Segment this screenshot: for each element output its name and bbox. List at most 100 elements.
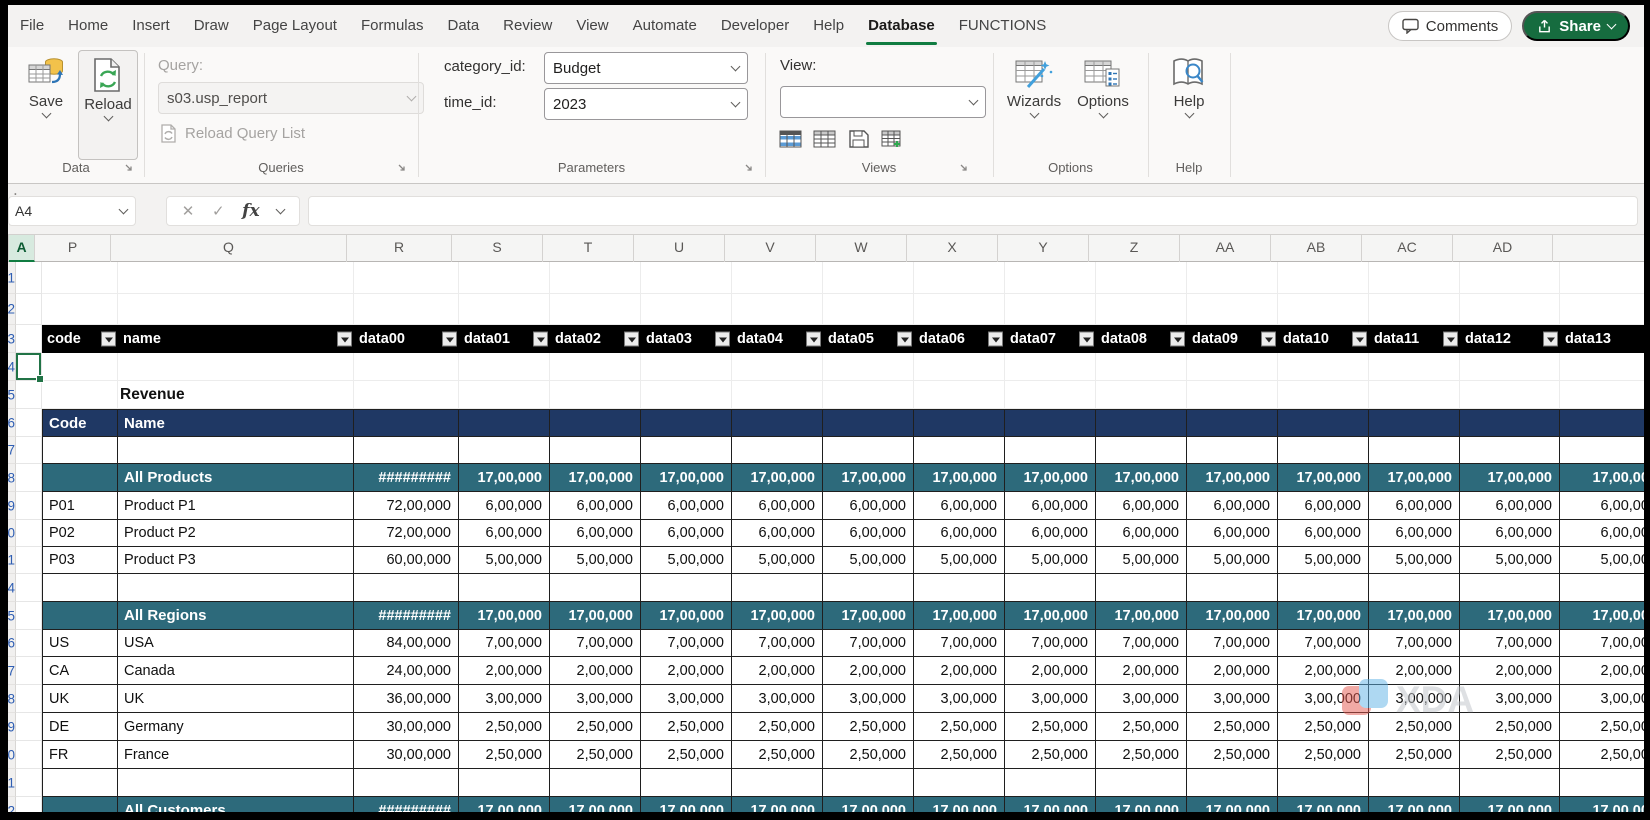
cell[interactable]: [641, 294, 732, 325]
blank-cell[interactable]: [1278, 437, 1369, 464]
blank-cell[interactable]: [732, 437, 823, 464]
data-cell[interactable]: 6,00,000: [550, 520, 641, 547]
column-header-T[interactable]: T: [543, 234, 634, 262]
filter-header-cell[interactable]: data03: [641, 325, 732, 353]
total-row-cell[interactable]: 17,00,000: [1460, 464, 1560, 492]
blank-cell[interactable]: [823, 437, 914, 464]
cell[interactable]: [550, 353, 641, 381]
row-header[interactable]: 0: [8, 741, 16, 769]
cell[interactable]: [1187, 381, 1278, 409]
data-cell[interactable]: 2,50,000: [1005, 713, 1096, 741]
blank-cell[interactable]: [641, 437, 732, 464]
data-cell[interactable]: 6,00,000: [1560, 520, 1650, 547]
column-header-A[interactable]: A: [9, 234, 35, 262]
column-header-W[interactable]: W: [816, 234, 907, 262]
cell-A[interactable]: [16, 464, 42, 492]
tab-data[interactable]: Data: [435, 5, 491, 47]
cell[interactable]: [1560, 294, 1650, 325]
data-cell[interactable]: 2,50,000: [1560, 713, 1650, 741]
total-row-cell[interactable]: 17,00,000: [823, 602, 914, 630]
data-cell[interactable]: 6,00,000: [823, 492, 914, 520]
total-row-cell[interactable]: 17,00,000: [914, 797, 1005, 812]
data-cell[interactable]: 6,00,000: [732, 492, 823, 520]
help-button[interactable]: Help: [1158, 50, 1220, 119]
blank-cell[interactable]: [1460, 769, 1560, 797]
cell[interactable]: [42, 294, 118, 325]
blank-cell[interactable]: [42, 574, 118, 602]
data-cell[interactable]: 2,00,000: [641, 657, 732, 685]
total-row-cell[interactable]: All Products: [118, 464, 354, 492]
cell[interactable]: [42, 381, 118, 409]
dialog-launcher-icon[interactable]: [958, 162, 970, 174]
cell-A[interactable]: [16, 769, 42, 797]
data-cell[interactable]: 5,00,000: [1460, 547, 1560, 574]
row-header[interactable]: 8: [8, 464, 16, 492]
cell[interactable]: [641, 381, 732, 409]
total-row-cell[interactable]: [42, 602, 118, 630]
row-header[interactable]: 9: [8, 492, 16, 520]
data-cell[interactable]: 7,00,000: [1369, 630, 1460, 657]
cell-A[interactable]: [16, 630, 42, 657]
section-title-cell[interactable]: Revenue: [118, 381, 354, 409]
total-row-cell[interactable]: 17,00,000: [1369, 797, 1460, 812]
total-row-cell[interactable]: 17,00,000: [1005, 797, 1096, 812]
column-header-Y[interactable]: Y: [998, 234, 1089, 262]
data-cell[interactable]: CA: [42, 657, 118, 685]
cell[interactable]: [732, 262, 823, 294]
data-cell[interactable]: 3,00,000: [1460, 685, 1560, 713]
data-cell[interactable]: 84,00,000: [354, 630, 459, 657]
cell[interactable]: [354, 353, 459, 381]
data-cell[interactable]: 2,50,000: [641, 741, 732, 769]
data-cell[interactable]: 2,00,000: [1187, 657, 1278, 685]
comments-button[interactable]: Comments: [1387, 11, 1513, 41]
filter-button[interactable]: [1352, 331, 1367, 347]
cell[interactable]: [459, 294, 550, 325]
cell-A[interactable]: [16, 602, 42, 630]
row-header[interactable]: 0: [8, 520, 16, 547]
data-cell[interactable]: 3,00,000: [459, 685, 550, 713]
cell-A[interactable]: [16, 574, 42, 602]
cell[interactable]: [641, 262, 732, 294]
filter-header-cell[interactable]: data04: [732, 325, 823, 353]
tab-developer[interactable]: Developer: [709, 5, 801, 47]
blank-cell[interactable]: [1005, 437, 1096, 464]
cell-A[interactable]: [16, 437, 42, 464]
cell[interactable]: [42, 353, 118, 381]
data-cell[interactable]: 5,00,000: [1005, 547, 1096, 574]
tab-formulas[interactable]: Formulas: [349, 5, 436, 47]
blank-cell[interactable]: [550, 437, 641, 464]
total-row-cell[interactable]: 17,00,000: [1187, 602, 1278, 630]
cell[interactable]: [823, 353, 914, 381]
data-cell[interactable]: 3,00,000: [1187, 685, 1278, 713]
cell[interactable]: [732, 381, 823, 409]
blank-cell[interactable]: [118, 769, 354, 797]
tab-help[interactable]: Help: [801, 5, 856, 47]
blank-cell[interactable]: [1560, 769, 1650, 797]
data-cell[interactable]: P03: [42, 547, 118, 574]
blank-cell[interactable]: [550, 769, 641, 797]
cell[interactable]: [1369, 381, 1460, 409]
cell[interactable]: [1187, 294, 1278, 325]
cell[interactable]: [354, 381, 459, 409]
filter-header-cell[interactable]: data11: [1369, 325, 1460, 353]
cell[interactable]: [823, 381, 914, 409]
filter-button[interactable]: [1443, 331, 1458, 347]
view-save-icon[interactable]: [846, 127, 871, 150]
column-header-P[interactable]: P: [35, 234, 111, 262]
table-header-cell[interactable]: Code: [42, 409, 118, 437]
table-header-cell[interactable]: [1369, 409, 1460, 437]
blank-cell[interactable]: [354, 769, 459, 797]
column-header-X[interactable]: X: [907, 234, 998, 262]
options-button[interactable]: Options: [1071, 50, 1135, 119]
row-header[interactable]: 1: [8, 769, 16, 797]
table-header-cell[interactable]: [1005, 409, 1096, 437]
total-row-cell[interactable]: 17,00,000: [641, 464, 732, 492]
data-cell[interactable]: 2,50,000: [1460, 741, 1560, 769]
column-header-AA[interactable]: AA: [1180, 234, 1271, 262]
total-row-cell[interactable]: 17,00,000: [1096, 602, 1187, 630]
data-cell[interactable]: 3,00,000: [641, 685, 732, 713]
cell-A[interactable]: [16, 492, 42, 520]
data-cell[interactable]: 3,00,000: [914, 685, 1005, 713]
cell[interactable]: [42, 262, 118, 294]
total-row-cell[interactable]: [42, 464, 118, 492]
